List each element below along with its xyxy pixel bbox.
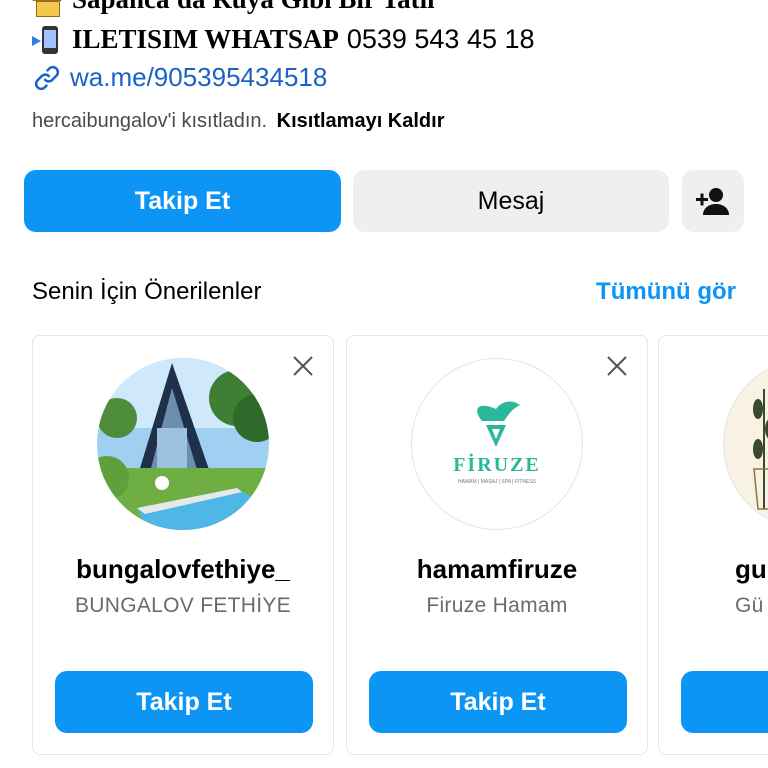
plant-illustration: [753, 389, 768, 510]
avatar[interactable]: [723, 358, 768, 530]
profile-page: Sapanca'da Rüya Gibi Bir Tatil ILETISIM …: [0, 0, 768, 768]
follow-button[interactable]: Takip Et: [24, 170, 341, 232]
suggestions-title: Senin İçin Önerilenler: [32, 278, 262, 305]
whatsapp-label: ILETISIM WHATSAP: [72, 24, 339, 54]
avatar[interactable]: FİRUZE HAMAM | MASAJ | SPA | FITNESS: [411, 358, 583, 530]
suggest-accounts-button[interactable]: [682, 170, 744, 232]
suggestion-card[interactable]: gul Gü T: [658, 335, 768, 755]
bio-line-title: Sapanca'da Rüya Gibi Bir Tatil: [32, 0, 435, 17]
bio-link-text[interactable]: wa.me/905395434518: [70, 62, 327, 93]
suggestion-card[interactable]: FİRUZE HAMAM | MASAJ | SPA | FITNESS ham…: [346, 335, 648, 755]
card-username[interactable]: hamamfiruze: [347, 554, 647, 585]
bio-link[interactable]: wa.me/905395434518: [32, 62, 327, 93]
card-fullname: Gü: [735, 594, 764, 617]
bio-title-text: Sapanca'da Rüya Gibi Bir Tatil: [72, 0, 435, 15]
logo-wordmark: FİRUZE: [453, 452, 541, 476]
mobile-phone-arrow-icon: [32, 25, 62, 55]
bungalow-photo: [97, 358, 269, 530]
message-button[interactable]: Mesaj: [353, 170, 669, 232]
avatar[interactable]: [97, 358, 269, 530]
restrict-text: hercaibungalov'i kısıtladın.: [32, 110, 268, 132]
card-follow-button[interactable]: Takip Et: [369, 671, 627, 733]
card-follow-button[interactable]: T: [681, 671, 768, 733]
restrict-notice: hercaibungalov'i kısıtladın. Kısıtlamayı…: [32, 110, 444, 133]
card-username[interactable]: bungalovfethiye_: [33, 554, 333, 585]
card-follow-button[interactable]: Takip Et: [55, 671, 313, 733]
card-fullname: Firuze Hamam: [426, 594, 568, 617]
house-icon: [32, 0, 62, 17]
logo-tagline: HAMAM | MASAJ | SPA | FITNESS: [458, 479, 537, 485]
close-icon[interactable]: [291, 354, 315, 378]
firuze-logo: FİRUZE HAMAM | MASAJ | SPA | FITNESS: [453, 401, 541, 485]
link-icon: [34, 65, 60, 90]
phone-number: 0539 543 45 18: [346, 24, 535, 54]
card-fullname: BUNGALOV FETHİYE: [74, 594, 291, 617]
close-icon[interactable]: [605, 354, 629, 378]
bio-line-whatsapp: ILETISIM WHATSAP 0539 543 45 18: [32, 24, 535, 55]
see-all-link[interactable]: Tümünü gör: [596, 278, 736, 306]
add-person-icon: [696, 188, 729, 215]
suggestion-card[interactable]: bungalovfethiye_ BUNGALOV FETHİYE Takip …: [32, 335, 334, 755]
unrestrict-link[interactable]: Kısıtlamayı Kaldır: [277, 110, 445, 132]
card-username[interactable]: gul: [735, 554, 768, 585]
